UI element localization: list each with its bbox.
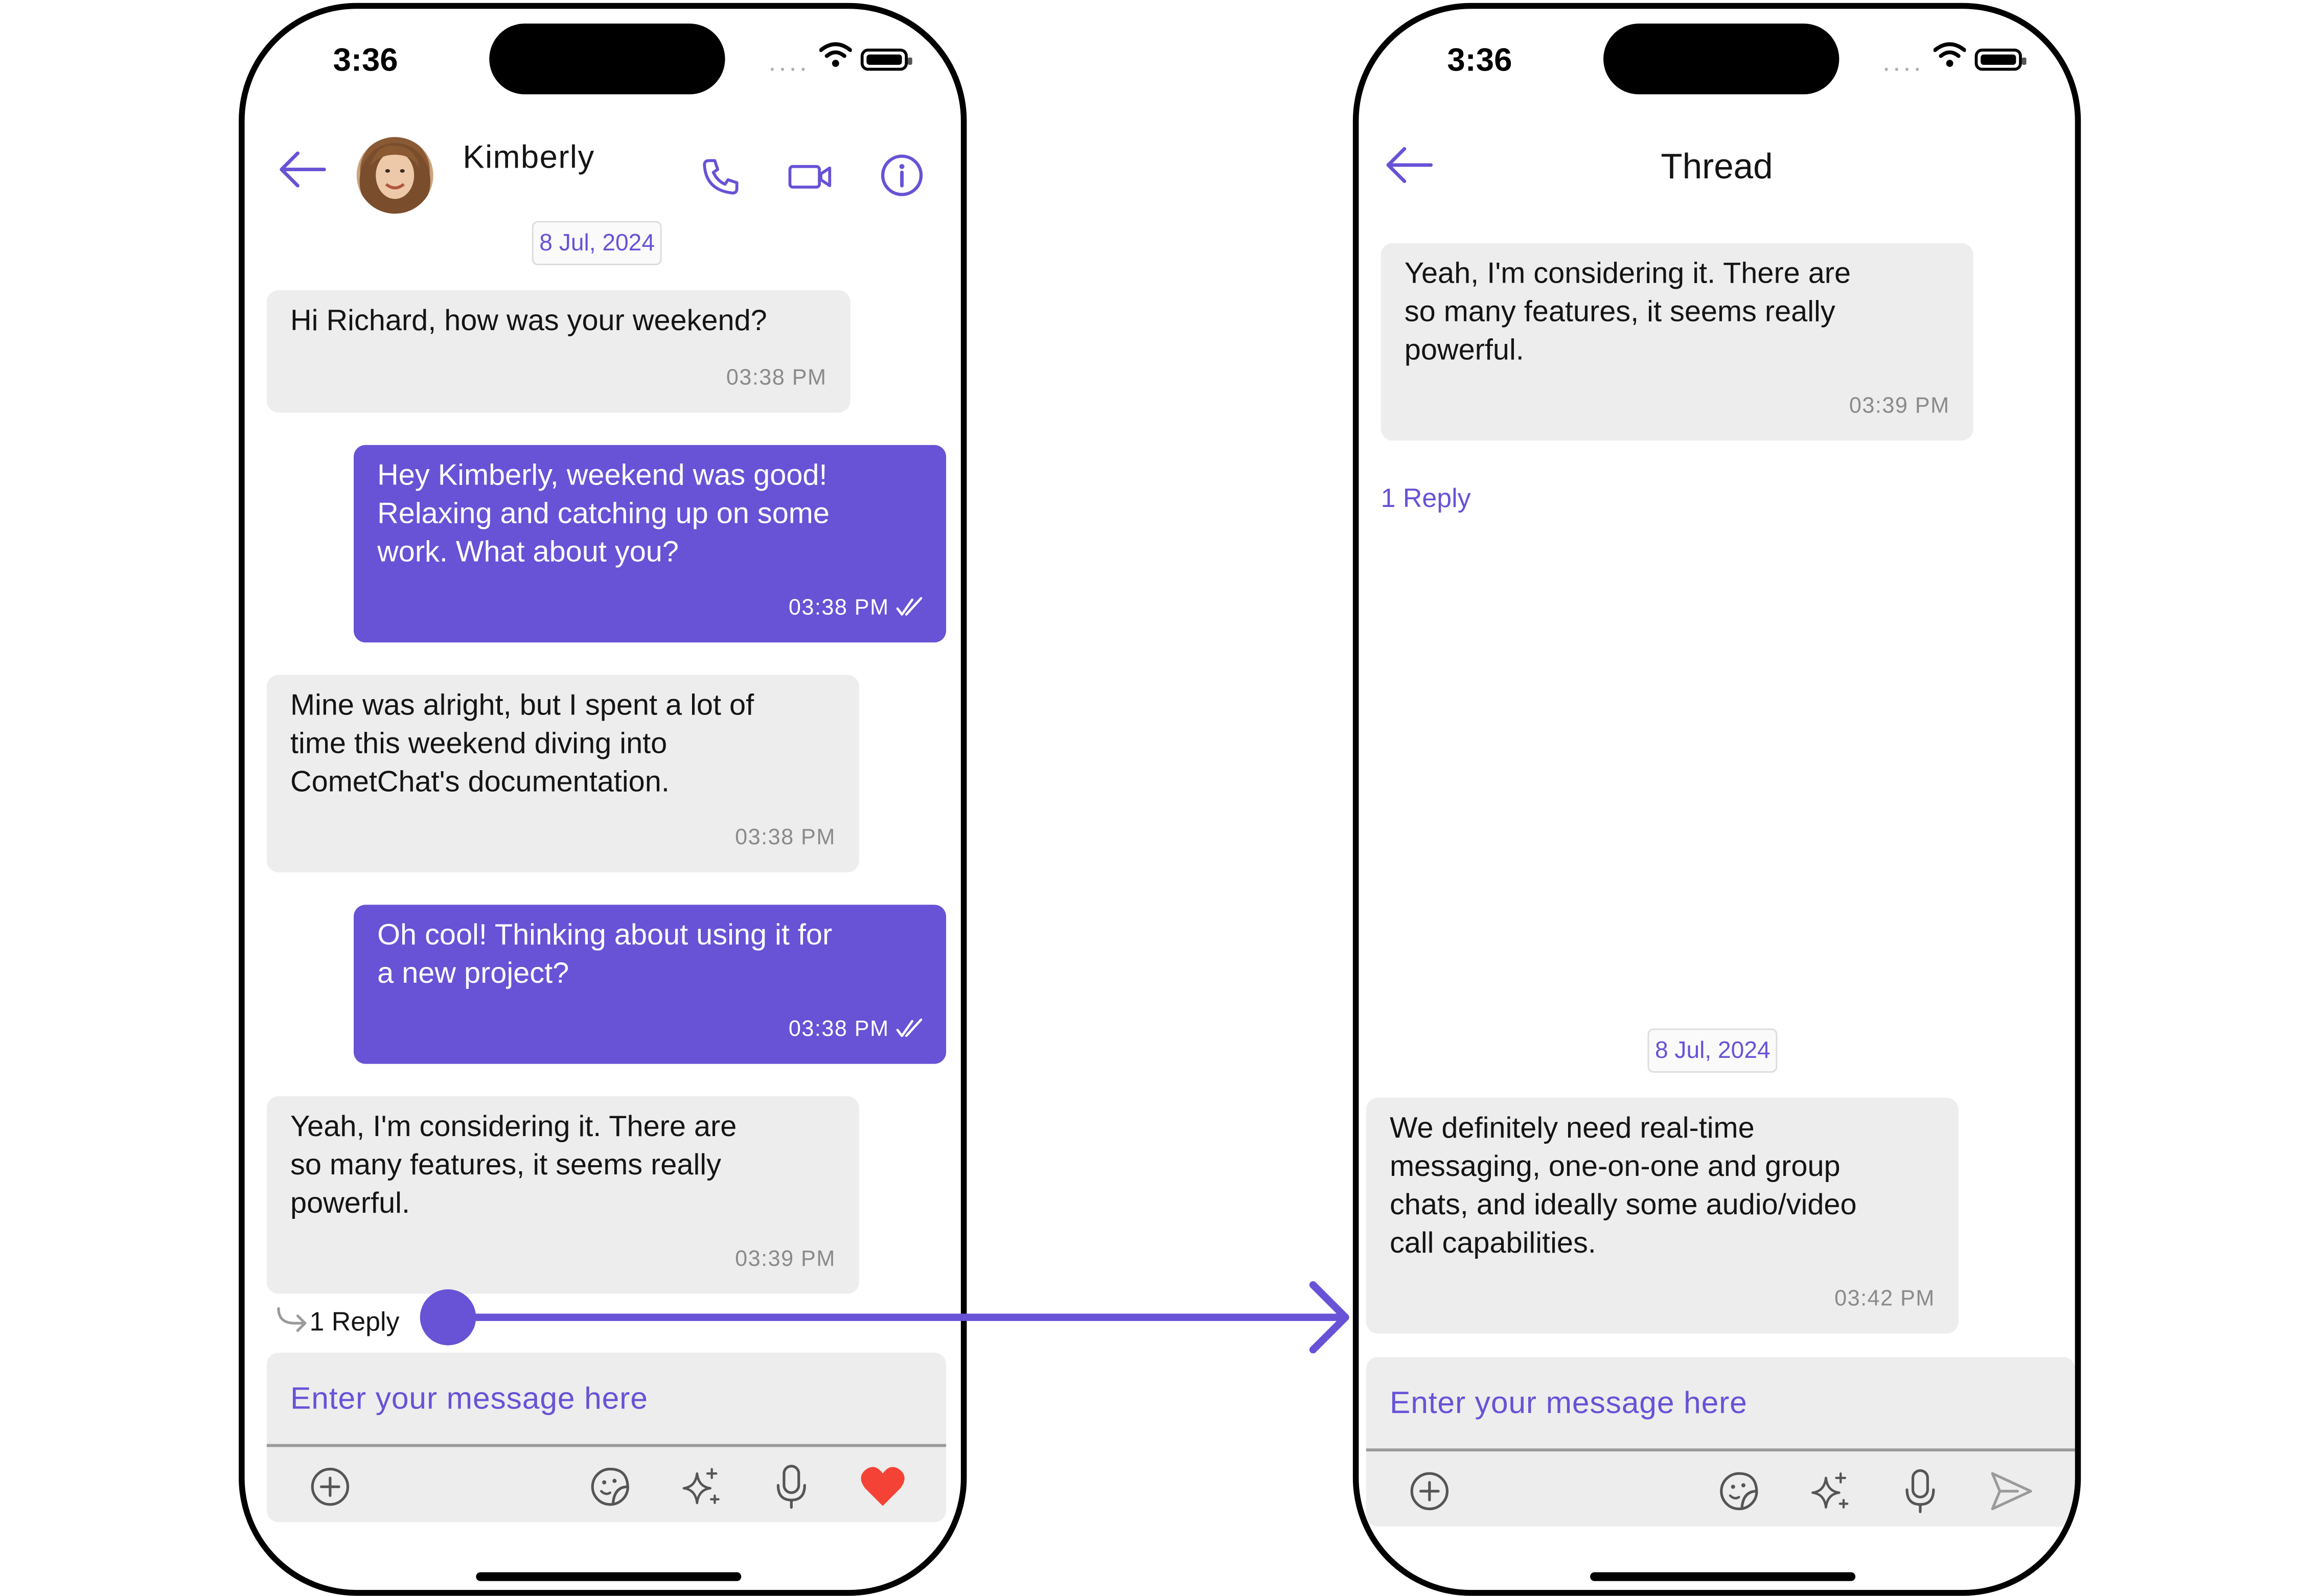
avatar[interactable] <box>356 137 433 214</box>
message-time-label: 03:38 PM <box>788 1016 889 1042</box>
reply-count: 1 Reply <box>1381 483 1471 513</box>
phone-conversation: 3:36 ···· Kimberly 8 Jul, 2024 Hi Richar… <box>239 3 967 1596</box>
mic-icon[interactable] <box>1900 1466 1941 1516</box>
canvas: 3:36 ···· Kimberly 8 Jul, 2024 Hi Richar… <box>0 0 2299 1596</box>
thread-reply-link[interactable]: 1 Reply <box>274 1306 399 1338</box>
message-text: We definitely need real-time messaging, … <box>1389 1112 1857 1260</box>
message-bubble-incoming[interactable]: We definitely need real-time messaging, … <box>1366 1098 1959 1334</box>
battery-icon <box>860 49 912 71</box>
message-time-label: 03:38 PM <box>788 595 889 620</box>
message-input[interactable]: Enter your message here <box>1390 1386 1748 1422</box>
home-indicator <box>1590 1572 1856 1581</box>
heart-icon[interactable] <box>859 1465 906 1509</box>
info-icon[interactable] <box>878 152 925 199</box>
message-time: 03:42 PM <box>1834 1286 1935 1312</box>
wifi-icon <box>1933 42 1966 67</box>
message-bubble-outgoing[interactable]: Hey Kimberly, weekend was good! Relaxing… <box>353 445 947 643</box>
dynamic-island <box>1603 24 1840 95</box>
home-indicator <box>476 1572 742 1581</box>
date-separator: 8 Jul, 2024 <box>532 221 662 265</box>
message-text: Yeah, I'm considering it. There are so m… <box>1404 258 1851 367</box>
message-time: 03:38 PM <box>726 365 827 391</box>
double-check-icon <box>896 597 923 616</box>
status-time: 3:36 <box>333 41 398 78</box>
date-separator: 8 Jul, 2024 <box>1647 1028 1778 1073</box>
back-arrow-icon[interactable] <box>277 147 327 191</box>
status-time: 3:36 <box>1447 41 1512 78</box>
signal-icon: ···· <box>768 53 809 83</box>
reply-arrow-icon <box>277 1307 307 1332</box>
parent-message-bubble[interactable]: Yeah, I'm considering it. There are so m… <box>1381 243 1973 441</box>
message-text: Oh cool! Thinking about using it for a n… <box>377 919 833 990</box>
wifi-icon <box>819 42 852 67</box>
message-text: Mine was alright, but I spent a lot of t… <box>290 689 754 799</box>
page-title: Thread <box>1661 147 1773 188</box>
signal-icon: ···· <box>1881 53 1923 83</box>
flow-arrow-head <box>1309 1281 1349 1354</box>
composer-divider <box>1366 1448 2075 1452</box>
message-text: Yeah, I'm considering it. There are so m… <box>290 1111 737 1220</box>
battery-icon <box>1974 49 2027 71</box>
sticker-icon[interactable] <box>1717 1469 1761 1513</box>
message-time: 03:39 PM <box>1849 393 1950 419</box>
send-icon[interactable] <box>1988 1469 2035 1513</box>
message-time: 03:38 PM <box>735 825 836 850</box>
thread-reply-label: 1 Reply <box>309 1307 400 1337</box>
message-text: Hi Richard, how was your weekend? <box>290 305 767 338</box>
ai-sparkle-icon[interactable] <box>679 1465 723 1509</box>
message-time: 03:38 PM <box>789 1011 926 1049</box>
avatar-face-icon <box>359 143 430 214</box>
message-bubble-incoming[interactable]: Yeah, I'm considering it. There are so m… <box>266 1096 859 1294</box>
message-input[interactable]: Enter your message here <box>290 1382 648 1418</box>
sticker-icon[interactable] <box>588 1465 632 1509</box>
message-time: 03:39 PM <box>735 1246 836 1272</box>
message-text: Hey Kimberly, weekend was good! Relaxing… <box>377 459 830 569</box>
phone-thread: 3:36 ···· Thread Yeah, I'm considering i… <box>1352 3 2081 1596</box>
message-bubble-incoming[interactable]: Hi Richard, how was your weekend? 03:38 … <box>266 290 850 413</box>
composer-divider <box>266 1444 947 1447</box>
message-bubble-incoming[interactable]: Mine was alright, but I spent a lot of t… <box>266 675 859 872</box>
phone-icon[interactable] <box>700 156 742 198</box>
double-check-icon <box>896 1018 923 1037</box>
contact-name: Kimberly <box>463 138 595 176</box>
message-time: 03:38 PM <box>789 589 926 628</box>
ai-sparkle-icon[interactable] <box>1808 1469 1852 1513</box>
mic-icon[interactable] <box>771 1462 812 1512</box>
message-composer: Enter your message here <box>266 1352 947 1522</box>
video-icon[interactable] <box>787 156 834 198</box>
add-icon[interactable] <box>308 1465 352 1509</box>
message-bubble-outgoing[interactable]: Oh cool! Thinking about using it for a n… <box>353 905 947 1064</box>
message-composer: Enter your message here <box>1366 1357 2075 1527</box>
add-icon[interactable] <box>1408 1469 1452 1513</box>
dynamic-island <box>489 24 725 95</box>
